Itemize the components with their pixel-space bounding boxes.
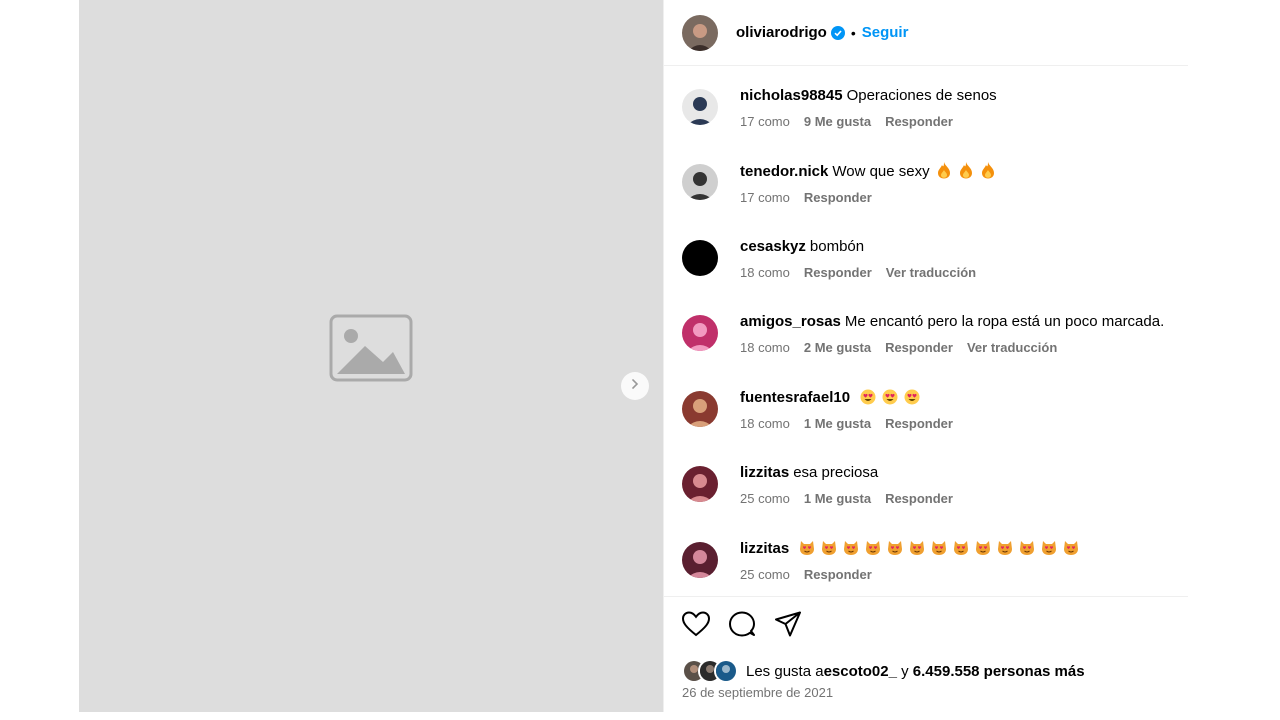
- follow-button[interactable]: Seguir: [862, 24, 909, 41]
- heart-eyes-cat-emoji-icon: [931, 540, 947, 556]
- comment-username[interactable]: lizzitas: [740, 540, 789, 557]
- reply-button[interactable]: Responder: [885, 114, 953, 129]
- heart-eyes-cat-emoji-icon: [1019, 540, 1035, 556]
- comment-item: amigos_rosas Me encantó pero la ropa está…: [682, 312, 1164, 355]
- likes-summary[interactable]: Les gusta a escoto02_ y 6.459.558 persona…: [682, 659, 1085, 683]
- liker-avatar: [714, 659, 738, 683]
- comment-username[interactable]: tenedor.nick: [740, 163, 828, 180]
- reply-button[interactable]: Responder: [885, 491, 953, 506]
- liker-avatars: [682, 659, 738, 683]
- heart-eyes-emoji-icon: [882, 389, 898, 405]
- fire-emoji-icon: [980, 161, 996, 179]
- verified-badge-icon: [830, 25, 845, 40]
- heart-eyes-cat-emoji-icon: [997, 540, 1013, 556]
- comment-item: cesaskyz bombón 18 como Responder Ver traduc…: [682, 237, 990, 280]
- heart-icon[interactable]: [682, 611, 710, 637]
- comment-item: lizzitas esa preciosa 25 como 1 Me gusta Res…: [682, 463, 967, 506]
- heart-eyes-cat-emoji-icon: [953, 540, 969, 556]
- heart-eyes-cat-emoji-icon: [843, 540, 859, 556]
- commenter-avatar[interactable]: [682, 240, 718, 276]
- commenter-avatar[interactable]: [682, 391, 718, 427]
- comment-likes[interactable]: 1 Me gusta: [804, 491, 871, 506]
- comment-item: fuentesrafael10 18 como 1 Me gusta Responde…: [682, 388, 967, 431]
- chevron-right-icon: [629, 377, 641, 395]
- commenter-avatar[interactable]: [682, 315, 718, 351]
- post-media: [79, 0, 663, 712]
- translate-button[interactable]: Ver traducción: [967, 340, 1057, 355]
- post-panel: oliviarodrigo • Seguir nicholas98845 Oper…: [663, 0, 1188, 712]
- commenter-avatar[interactable]: [682, 466, 718, 502]
- comment-time: 17 como: [740, 190, 790, 205]
- heart-eyes-emoji-icon: [860, 389, 876, 405]
- commenter-avatar[interactable]: [682, 89, 718, 125]
- comment-item: nicholas98845 Operaciones de senos 17 como…: [682, 86, 997, 129]
- action-bar: Les gusta a escoto02_ y 6.459.558 persona…: [664, 596, 1188, 700]
- comment-likes[interactable]: 1 Me gusta: [804, 416, 871, 431]
- comment-text: Operaciones de senos: [846, 87, 997, 104]
- likes-count[interactable]: 6.459.558 personas más: [913, 663, 1085, 680]
- reply-button[interactable]: Responder: [885, 340, 953, 355]
- heart-eyes-cat-emoji-icon: [799, 540, 815, 556]
- comment-item: lizzitas 25 como Responder: [682, 539, 1079, 582]
- heart-eyes-emoji-icon: [904, 389, 920, 405]
- comment-text: esa preciosa: [793, 464, 879, 481]
- comment-likes[interactable]: 2 Me gusta: [804, 340, 871, 355]
- author-username[interactable]: oliviarodrigo: [736, 24, 827, 41]
- heart-eyes-cat-emoji-icon: [821, 540, 837, 556]
- post-date: 26 de septiembre de 2021: [682, 685, 834, 700]
- translate-button[interactable]: Ver traducción: [886, 265, 976, 280]
- reply-button[interactable]: Responder: [885, 416, 953, 431]
- comment-bubble-icon[interactable]: [728, 611, 756, 637]
- commenter-avatar[interactable]: [682, 542, 718, 578]
- heart-eyes-cat-emoji-icon: [887, 540, 903, 556]
- comment-item: tenedor.nick Wow que sexy 17 como Responder: [682, 161, 996, 205]
- comment-likes[interactable]: 9 Me gusta: [804, 114, 871, 129]
- likes-middle: y: [901, 662, 909, 680]
- likes-prefix: Les gusta a: [746, 662, 824, 680]
- comment-text: Me encantó pero la ropa está un poco mar…: [844, 313, 1165, 330]
- comment-username[interactable]: fuentesrafael10: [740, 389, 850, 406]
- comment-username[interactable]: nicholas98845: [740, 87, 843, 104]
- comment-username[interactable]: amigos_rosas: [740, 313, 841, 330]
- comment-username[interactable]: cesaskyz: [740, 238, 806, 255]
- comment-time: 18 como: [740, 416, 790, 431]
- comment-time: 18 como: [740, 340, 790, 355]
- comment-time: 25 como: [740, 567, 790, 582]
- next-photo-button[interactable]: [621, 372, 649, 400]
- likes-user[interactable]: escoto02_: [824, 663, 897, 680]
- heart-eyes-cat-emoji-icon: [1041, 540, 1057, 556]
- comment-time: 18 como: [740, 265, 790, 280]
- heart-eyes-cat-emoji-icon: [975, 540, 991, 556]
- comment-time: 25 como: [740, 491, 790, 506]
- separator-dot: •: [850, 24, 856, 41]
- commenter-avatar[interactable]: [682, 164, 718, 200]
- comment-text: Wow que sexy: [832, 163, 930, 180]
- comment-text: bombón: [809, 238, 865, 255]
- post-header: oliviarodrigo • Seguir: [664, 0, 1188, 66]
- paper-plane-icon[interactable]: [774, 611, 802, 637]
- heart-eyes-cat-emoji-icon: [865, 540, 881, 556]
- reply-button[interactable]: Responder: [804, 265, 872, 280]
- reply-button[interactable]: Responder: [804, 190, 872, 205]
- author-avatar[interactable]: [682, 14, 718, 51]
- heart-eyes-cat-emoji-icon: [909, 540, 925, 556]
- heart-eyes-cat-emoji-icon: [1063, 540, 1079, 556]
- comment-time: 17 como: [740, 114, 790, 129]
- fire-emoji-icon: [936, 161, 952, 179]
- photo-placeholder: [79, 0, 663, 712]
- comment-username[interactable]: lizzitas: [740, 464, 789, 481]
- reply-button[interactable]: Responder: [804, 567, 872, 582]
- fire-emoji-icon: [958, 161, 974, 179]
